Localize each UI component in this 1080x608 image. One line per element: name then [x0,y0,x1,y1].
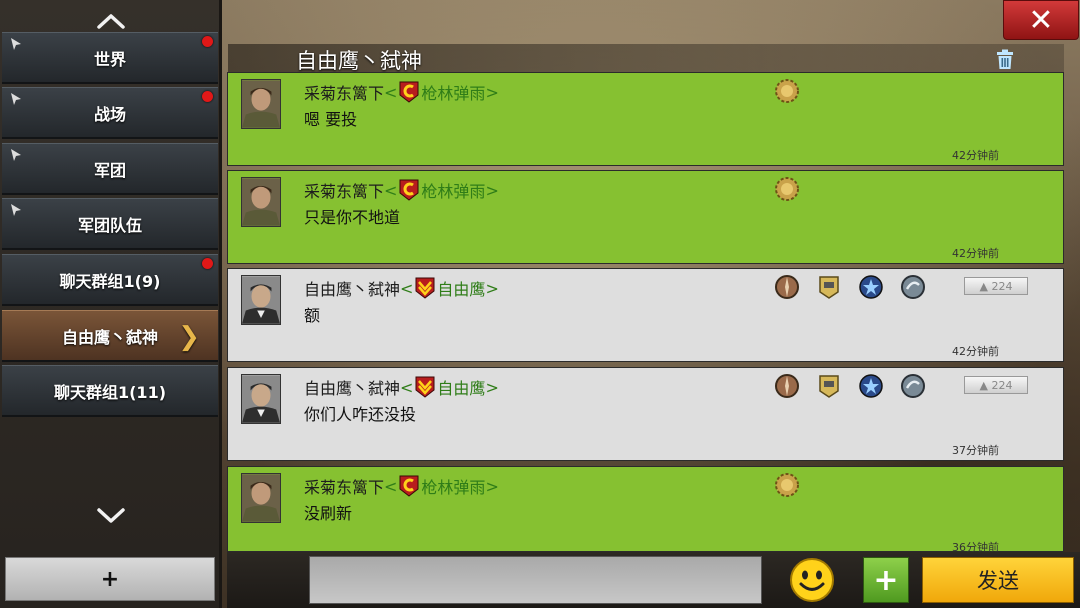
shield-medal-icon [901,374,925,398]
bracket: > [485,180,499,200]
chat-message: 自由鹰丶弑神 < 自由鹰 > ▲ 224 额 42分钟前 [227,268,1064,362]
bracket: > [485,377,499,397]
star-medal-icon [859,275,883,299]
message-text: 嗯 要投 [304,110,358,129]
guild-badge-icon [399,81,419,103]
message-text: 只是你不地道 [304,208,401,227]
shield-medal-icon [901,275,925,299]
bracket: > [485,278,499,298]
rank-medal-icon [775,177,799,201]
pin-icon [11,38,21,50]
pin-icon [11,149,21,161]
channel-sidebar: 世界 战场 军团 军团队伍 聊天群组1(9) 自由鹰丶弑神 ❯ 聊天群组1(11… [0,0,222,608]
chat-message: 采菊东篱下 < 枪林弹雨 > 嗯 要投 42分钟前 [227,72,1064,166]
channel-label: 聊天群组1(11) [53,382,167,402]
power-badge: ▲ 224 [964,376,1028,394]
compass-medal-icon [775,275,799,299]
chat-input[interactable] [309,556,762,604]
avatar[interactable] [241,374,281,424]
channel-label: 军团队伍 [77,215,142,235]
sender-name[interactable]: 自由鹰丶弑神 [304,375,400,399]
channel-private-active[interactable]: 自由鹰丶弑神 ❯ [2,310,218,362]
unread-dot-icon [202,36,213,47]
power-value: 224 [991,279,1013,293]
sender-line: 采菊东篱下 < 枪林弹雨 > [304,80,499,104]
sender-name[interactable]: 采菊东篱下 [304,80,384,104]
guild-name: 自由鹰 [437,379,486,398]
channel-label: 军团 [93,160,126,180]
channel-battlefield[interactable]: 战场 [2,87,218,139]
chat-title: 自由鹰丶弑神 [296,49,422,73]
avatar[interactable] [241,177,281,227]
rank-badge-icon [819,276,839,299]
message-time: 37分钟前 [952,444,999,457]
message-text: 你们人咋还没投 [304,405,417,424]
sender-line: 采菊东篱下 < 枪林弹雨 > [304,474,499,498]
unread-dot-icon [202,258,213,269]
pin-icon [11,204,21,216]
bracket: < [384,82,398,102]
emoji-icon[interactable] [789,557,835,603]
message-text: 没刷新 [304,504,353,523]
sender-name[interactable]: 采菊东篱下 [304,178,384,202]
bracket: > [485,82,499,102]
message-text: 额 [304,306,321,325]
channel-label: 自由鹰丶弑神 [61,327,158,347]
avatar[interactable] [241,275,281,325]
up-arrow-icon: ▲ [979,378,992,392]
plus-button[interactable]: + [863,557,909,603]
sender-line: 自由鹰丶弑神 < 自由鹰 > [304,375,499,399]
sender-name[interactable]: 采菊东篱下 [304,474,384,498]
guild-badge-icon [399,475,419,497]
bracket: < [384,476,398,496]
rank-medal-icon [775,473,799,497]
sender-name[interactable]: 自由鹰丶弑神 [304,276,400,300]
star-medal-icon [859,374,883,398]
bracket: < [400,278,414,298]
channel-label: 聊天群组1(9) [59,271,161,291]
power-value: 224 [991,378,1013,392]
sender-line: 自由鹰丶弑神 < 自由鹰 > [304,276,499,300]
message-time: 42分钟前 [952,345,999,358]
bracket: < [400,377,414,397]
sender-line: 采菊东篱下 < 枪林弹雨 > [304,178,499,202]
channel-legion[interactable]: 军团 [2,143,218,195]
avatar[interactable] [241,473,281,523]
avatar[interactable] [241,79,281,129]
chat-message: 采菊东篱下 < 枪林弹雨 > 没刷新 36分钟前 [227,466,1064,554]
rank-badge-icon [819,375,839,398]
power-badge: ▲ 224 [964,277,1028,295]
channel-legion-team[interactable]: 军团队伍 [2,198,218,250]
guild-name: 枪林弹雨 [421,478,486,497]
close-button[interactable]: ✕ [1003,0,1079,40]
up-arrow-icon: ▲ [979,279,992,293]
add-channel-button[interactable]: + [5,557,215,601]
chevron-right-icon: ❯ [178,322,200,352]
chat-message: 自由鹰丶弑神 < 自由鹰 > ▲ 224 你们人咋还没投 37分钟前 [227,367,1064,461]
guild-name: 枪林弹雨 [421,84,486,103]
guild-badge-icon [415,376,435,398]
unread-dot-icon [202,91,213,102]
trash-icon[interactable] [993,47,1017,71]
channel-label: 世界 [93,49,126,69]
guild-badge-icon [415,277,435,299]
bracket: > [485,476,499,496]
channel-group-9[interactable]: 聊天群组1(9) [2,254,218,306]
send-button[interactable]: 发送 [922,557,1074,603]
chat-message: 采菊东篱下 < 枪林弹雨 > 只是你不地道 42分钟前 [227,170,1064,264]
pin-icon [11,93,21,105]
message-time: 42分钟前 [952,247,999,260]
compass-medal-icon [775,374,799,398]
rank-medal-icon [775,79,799,103]
channel-group-11[interactable]: 聊天群组1(11) [2,365,218,417]
guild-name: 自由鹰 [437,280,486,299]
channel-world[interactable]: 世界 [2,32,218,84]
bracket: < [384,180,398,200]
guild-badge-icon [399,179,419,201]
message-time: 42分钟前 [952,149,999,162]
channel-label: 战场 [93,104,126,124]
scroll-down-icon[interactable] [0,500,222,532]
guild-name: 枪林弹雨 [421,182,486,201]
